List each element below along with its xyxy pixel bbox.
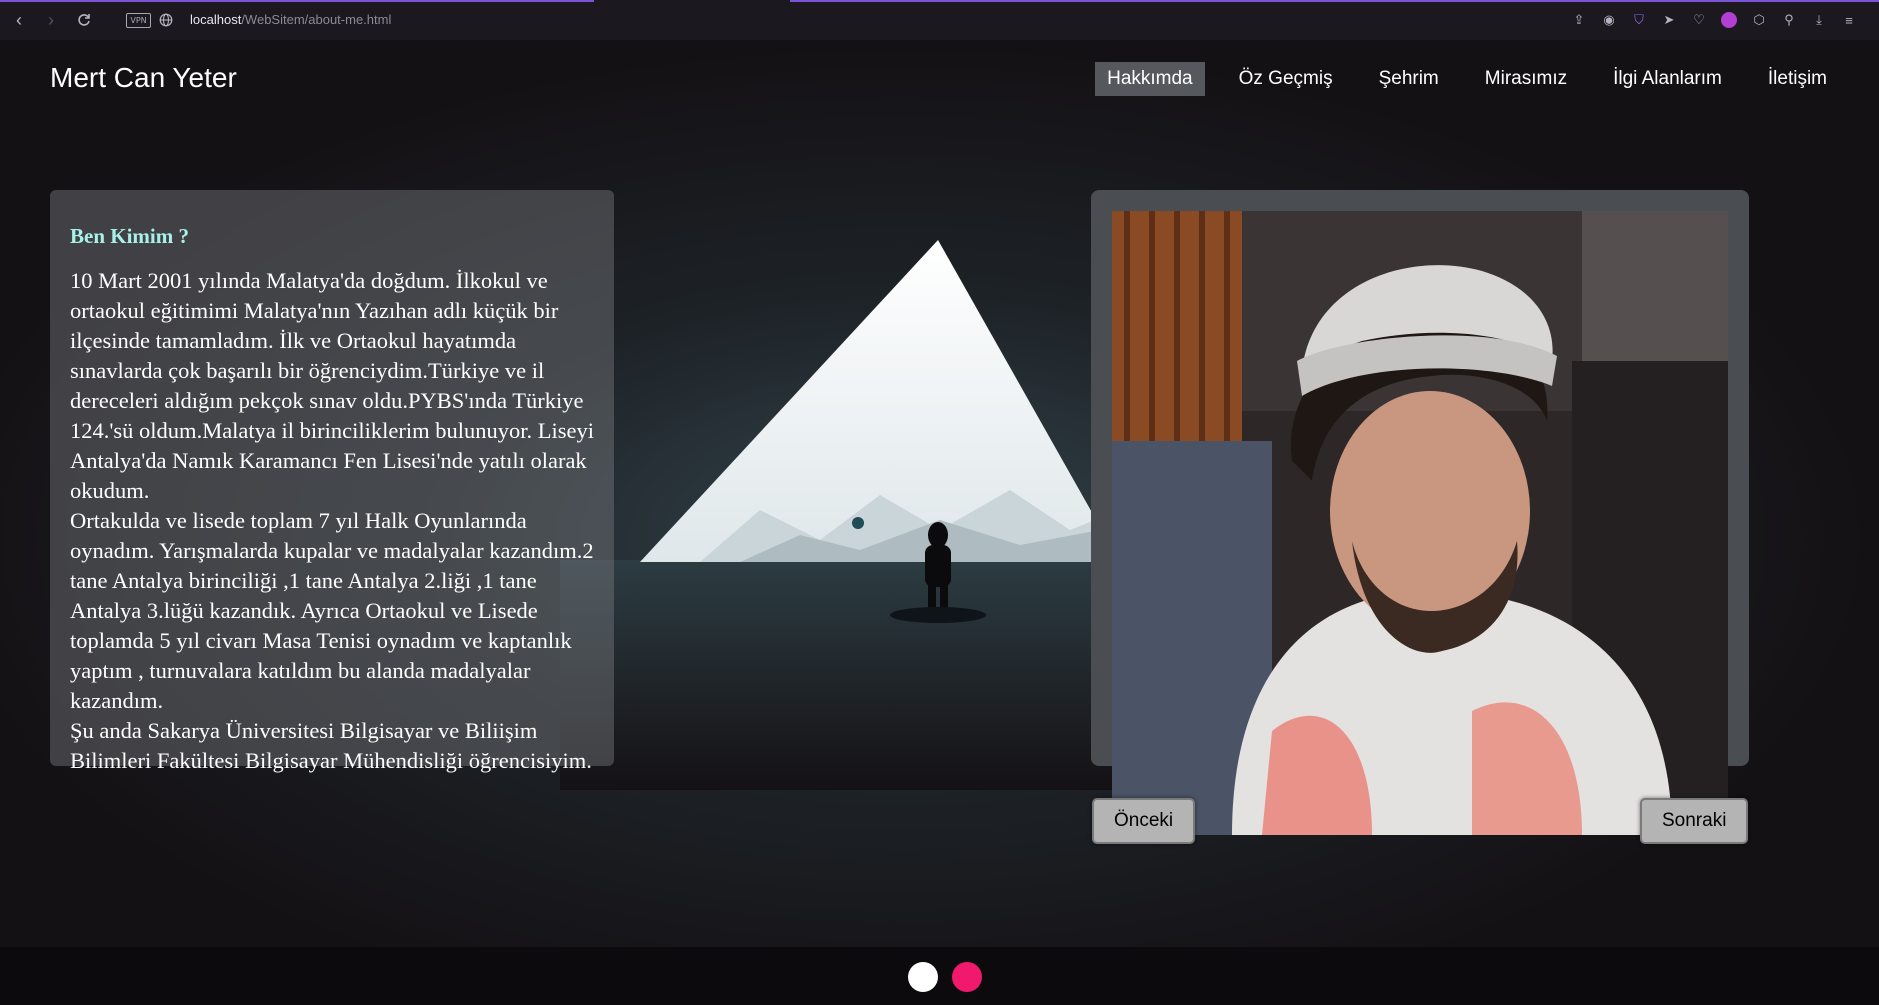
vpn-badge[interactable]: VPN	[126, 13, 151, 28]
shield-icon[interactable]: ⛉	[1629, 10, 1649, 30]
url-host: localhost	[190, 12, 242, 27]
user-icon[interactable]: ⚲	[1779, 10, 1799, 30]
main-nav: Hakkımda Öz Geçmiş Şehrim Mirasımız İlgi…	[1095, 62, 1839, 96]
download-icon[interactable]: ⤓	[1809, 10, 1829, 30]
back-icon[interactable]: ‹	[8, 9, 30, 31]
previous-button[interactable]: Önceki	[1092, 798, 1196, 844]
profile-photo	[1112, 211, 1728, 835]
about-text: 10 Mart 2001 yılında Malatya'da doğdum. …	[70, 268, 594, 773]
theme-dot-white[interactable]	[908, 962, 938, 992]
nav-item-iletisim[interactable]: İletişim	[1756, 62, 1839, 96]
nav-item-oz-gecmis[interactable]: Öz Geçmiş	[1227, 62, 1345, 96]
send-icon[interactable]: ➤	[1659, 10, 1679, 30]
nav-item-hakkimda[interactable]: Hakkımda	[1095, 62, 1205, 96]
footer	[0, 947, 1879, 1005]
share-icon[interactable]: ⇪	[1569, 10, 1589, 30]
theme-dot-pink[interactable]	[952, 962, 982, 992]
menu-icon[interactable]: ≡	[1839, 10, 1859, 30]
heart-icon[interactable]: ♡	[1689, 10, 1709, 30]
page-load-bar	[790, 0, 1879, 2]
reload-icon[interactable]	[73, 9, 95, 31]
profile-avatar-icon[interactable]	[1719, 10, 1739, 30]
browser-toolbar: ‹ › VPN localhost/WebSitem/about-me.html…	[0, 0, 1879, 41]
address-bar[interactable]: localhost/WebSitem/about-me.html	[190, 12, 391, 27]
page-load-bar	[0, 0, 594, 2]
cube-icon[interactable]: ⬡	[1749, 10, 1769, 30]
page-body: Mert Can Yeter Hakkımda Öz Geçmiş Şehrim…	[0, 40, 1879, 947]
nav-item-mirasimiz[interactable]: Mirasımız	[1473, 62, 1579, 96]
forward-icon[interactable]: ›	[40, 9, 62, 31]
nav-item-ilgi-alanlarim[interactable]: İlgi Alanlarım	[1601, 62, 1734, 96]
nav-item-sehrim[interactable]: Şehrim	[1367, 62, 1451, 96]
site-title[interactable]: Mert Can Yeter	[50, 62, 237, 94]
camera-icon[interactable]: ◉	[1599, 10, 1619, 30]
url-path: /WebSitem/about-me.html	[241, 12, 392, 27]
globe-icon	[155, 9, 177, 31]
next-button[interactable]: Sonraki	[1640, 798, 1749, 844]
about-heading: Ben Kimim ?	[70, 224, 189, 248]
